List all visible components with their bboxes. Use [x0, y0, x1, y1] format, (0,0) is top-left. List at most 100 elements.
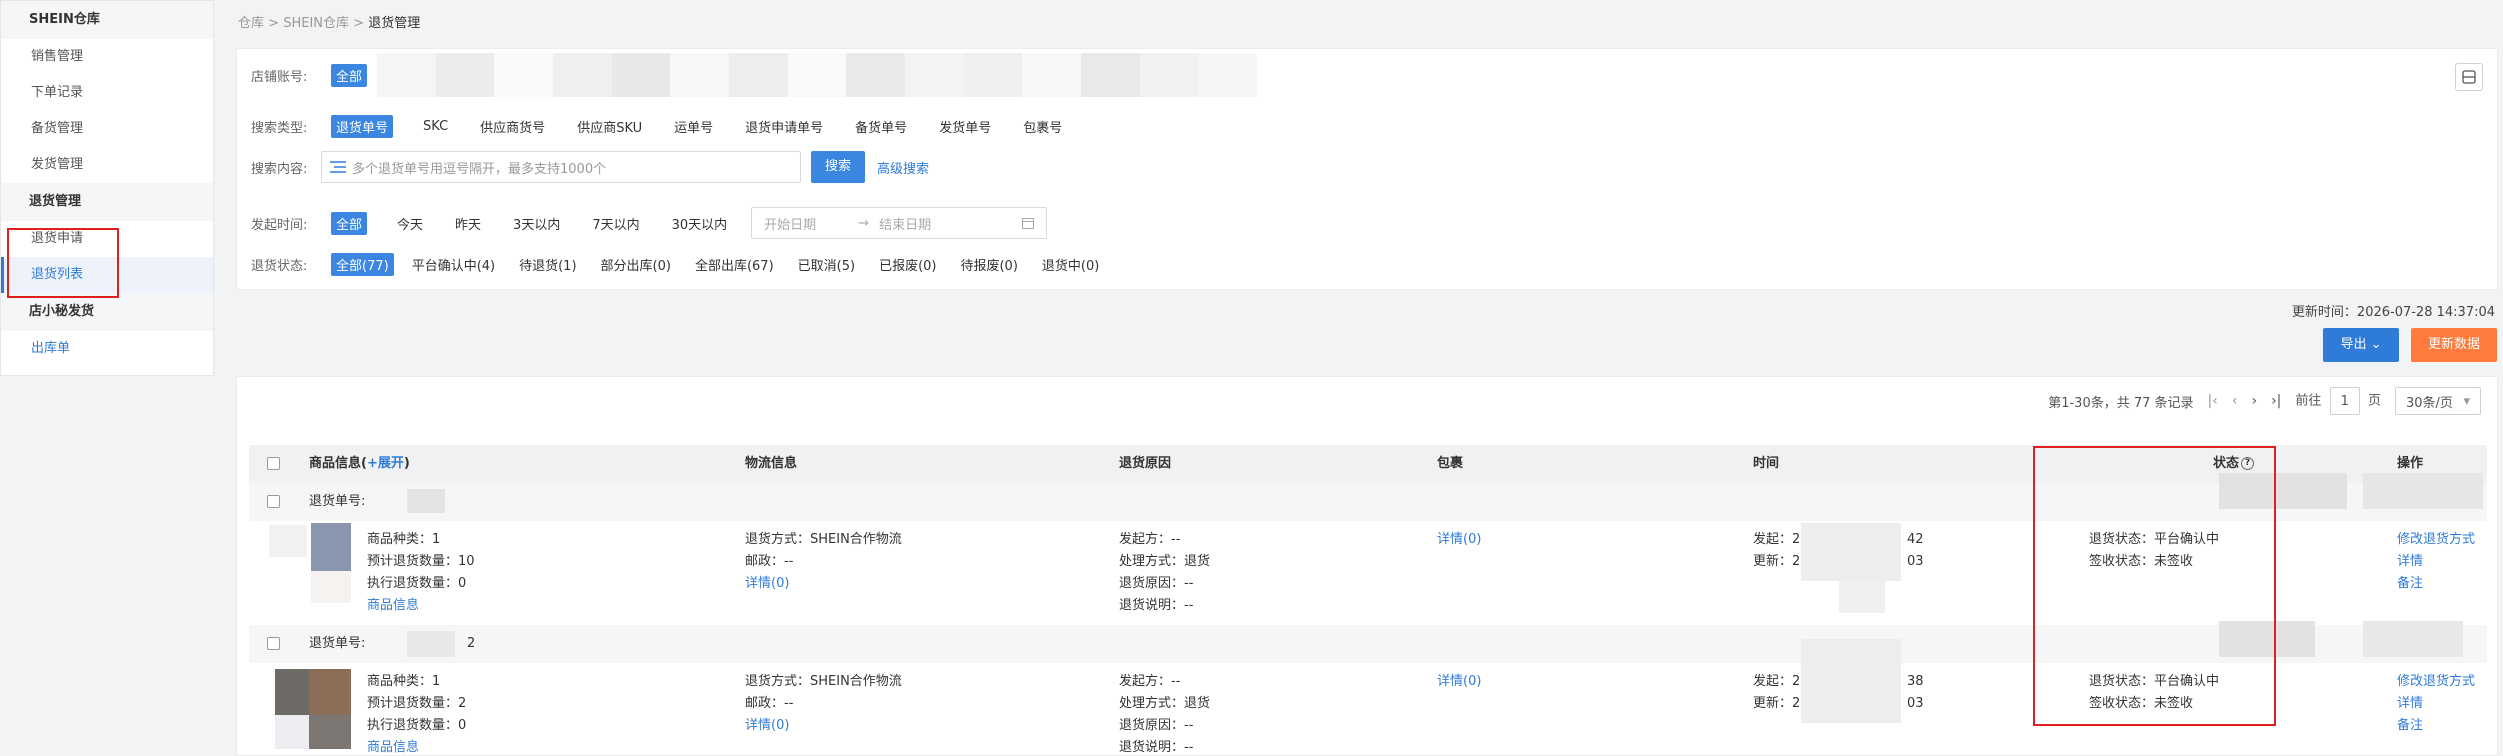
shop-option-all[interactable]: 全部	[331, 63, 368, 87]
select-all-checkbox[interactable]	[267, 457, 280, 470]
status-option-cancelled[interactable]: 已取消(5)	[798, 255, 855, 274]
sidebar-item-outbound[interactable]: 出库单	[1, 331, 213, 367]
start-time: 发起：2	[1753, 674, 1801, 689]
return-method: 退货方式：SHEIN合作物流	[745, 674, 902, 689]
next-page-icon[interactable]: ›	[2251, 393, 2257, 409]
date-end: 结束日期	[879, 217, 932, 233]
breadcrumb-warehouse[interactable]: 仓库	[238, 16, 264, 31]
detail-link[interactable]: 详情	[2397, 551, 2423, 573]
chevron-down-icon: ▾	[2463, 393, 2470, 409]
expand-toggle[interactable]: +展开	[367, 456, 404, 471]
remark-link[interactable]: 备注	[2397, 573, 2423, 595]
return-description: 退货说明：--	[1119, 740, 1194, 755]
status-option-scrapped[interactable]: 已报废(0)	[879, 255, 936, 274]
date-start: 开始日期	[764, 217, 817, 233]
sidebar-item-orders[interactable]: 下单记录	[1, 75, 213, 111]
per-page-value: 30条/页	[2406, 395, 2453, 411]
filter-panel: 店铺账号: 全部 搜索类型: 退货单号 SKC 供应商货号 供应商SKU 运单号…	[236, 48, 2498, 290]
package-detail-link[interactable]: 详情(0)	[1437, 671, 1481, 693]
breadcrumb: 仓库 > SHEIN仓库 > 退货管理	[238, 12, 420, 31]
header-time: 时间	[1753, 456, 1780, 471]
calendar-icon	[1022, 218, 1035, 229]
status-option-all-out[interactable]: 全部出库(67)	[695, 255, 774, 274]
return-method: 退货方式：SHEIN合作物流	[745, 532, 902, 547]
pagination-summary: 第1-30条，共 77 条记录	[2048, 395, 2194, 411]
status-option-partial-out[interactable]: 部分出库(0)	[601, 255, 671, 274]
redacted-order-number	[407, 489, 445, 513]
search-type-return-apply-no[interactable]: 退货申请单号	[745, 117, 823, 136]
advanced-search-link[interactable]: 高级搜索	[877, 158, 929, 177]
status-label: 退货状态:	[251, 259, 308, 274]
status-option-pending[interactable]: 待退货(1)	[519, 255, 576, 274]
package-detail-link[interactable]: 详情(0)	[1437, 529, 1481, 551]
time-option-all[interactable]: 全部	[331, 211, 368, 235]
prev-page-icon[interactable]: ‹	[2232, 393, 2238, 409]
status-option-returning[interactable]: 退货中(0)	[1042, 255, 1099, 274]
product-image[interactable]	[309, 715, 351, 749]
modify-return-method-link[interactable]: 修改退货方式	[2397, 529, 2475, 551]
collapse-icon	[2462, 70, 2476, 84]
product-image[interactable]	[275, 669, 309, 715]
goto-text: 前往	[2295, 393, 2322, 409]
product-info-link[interactable]: 商品信息	[367, 737, 419, 756]
search-type-package-no[interactable]: 包裹号	[1023, 117, 1062, 136]
sidebar-group-returns: 退货管理	[1, 183, 213, 221]
detail-link[interactable]: 详情	[2397, 693, 2423, 715]
goto-label: 前往 1 页	[2295, 387, 2381, 415]
search-input[interactable]: 多个退货单号用逗号隔开，最多支持1000个	[321, 151, 801, 183]
date-range-picker[interactable]: 开始日期 → 结束日期	[751, 207, 1048, 239]
logistics-detail-link[interactable]: 详情(0)	[745, 573, 789, 595]
status-option-confirming[interactable]: 平台确认中(4)	[412, 255, 495, 274]
pagination: 第1-30条，共 77 条记录 |‹ ‹ › ›| 前往 1 页 30条/页 ▾	[2048, 387, 2481, 415]
row-checkbox[interactable]	[267, 637, 280, 650]
logistics-detail-link[interactable]: 详情(0)	[745, 715, 789, 737]
status-option-all[interactable]: 全部(77)	[331, 253, 394, 276]
redacted-time	[1801, 639, 1901, 723]
search-type-skc[interactable]: SKC	[423, 119, 448, 134]
time-option-3days[interactable]: 3天以内	[513, 214, 560, 233]
search-type-supplier-sku[interactable]: 供应商SKU	[577, 117, 642, 136]
page-input[interactable]: 1	[2329, 387, 2360, 415]
product-image[interactable]	[309, 669, 351, 715]
search-type-return-no[interactable]: 退货单号	[331, 115, 394, 138]
sidebar-item-stocking[interactable]: 备货管理	[1, 111, 213, 147]
header-package: 包裹	[1437, 456, 1464, 471]
per-page-select[interactable]: 30条/页 ▾	[2395, 387, 2481, 415]
first-page-icon[interactable]: |‹	[2208, 393, 2218, 409]
remark-link[interactable]: 备注	[2397, 715, 2423, 737]
time-option-yesterday[interactable]: 昨天	[455, 214, 481, 233]
search-type-supplier-code[interactable]: 供应商货号	[480, 117, 545, 136]
postal: 邮政：--	[745, 554, 794, 569]
highlight-box-sidebar	[7, 228, 119, 298]
initiator: 发起方：--	[1119, 532, 1181, 547]
time-option-today[interactable]: 今天	[397, 214, 423, 233]
breadcrumb-current: 退货管理	[368, 16, 421, 31]
row-checkbox[interactable]	[267, 495, 280, 508]
search-type-ship-no[interactable]: 发货单号	[939, 117, 991, 136]
header-product-label: 商品信息(	[309, 456, 367, 471]
update-time-cell: 更新：2	[1753, 696, 1801, 711]
search-type-stock-no[interactable]: 备货单号	[855, 117, 907, 136]
last-page-icon[interactable]: ›|	[2271, 393, 2281, 409]
export-label: 导出	[2340, 337, 2367, 352]
redacted-status-block	[2363, 473, 2483, 509]
search-type-waybill[interactable]: 运单号	[674, 117, 713, 136]
status-option-pending-scrap[interactable]: 待报废(0)	[960, 255, 1017, 274]
refresh-data-button[interactable]: 更新数据	[2411, 328, 2497, 362]
product-image[interactable]	[311, 523, 351, 571]
search-content-row: 搜索内容: 多个退货单号用逗号隔开，最多支持1000个 搜索 高级搜索	[251, 151, 929, 183]
collapse-filter-button[interactable]	[2455, 63, 2483, 91]
product-thumb-placeholder	[269, 525, 307, 557]
sidebar-item-sales[interactable]: 销售管理	[1, 39, 213, 75]
sidebar-item-shipping[interactable]: 发货管理	[1, 147, 213, 183]
search-button[interactable]: 搜索	[811, 151, 866, 183]
time-row: 发起时间: 全部 今天 昨天 3天以内 7天以内 30天以内 开始日期 → 结束…	[251, 207, 1048, 239]
product-info-link[interactable]: 商品信息	[367, 595, 419, 617]
export-button[interactable]: 导出 ⌄	[2323, 328, 2399, 362]
breadcrumb-shein[interactable]: SHEIN仓库	[283, 16, 349, 31]
modify-return-method-link[interactable]: 修改退货方式	[2397, 671, 2475, 693]
time-option-7days[interactable]: 7天以内	[592, 214, 639, 233]
batch-list-icon	[330, 161, 346, 173]
time-option-30days[interactable]: 30天以内	[672, 214, 728, 233]
return-order-suffix: 2	[467, 636, 476, 651]
